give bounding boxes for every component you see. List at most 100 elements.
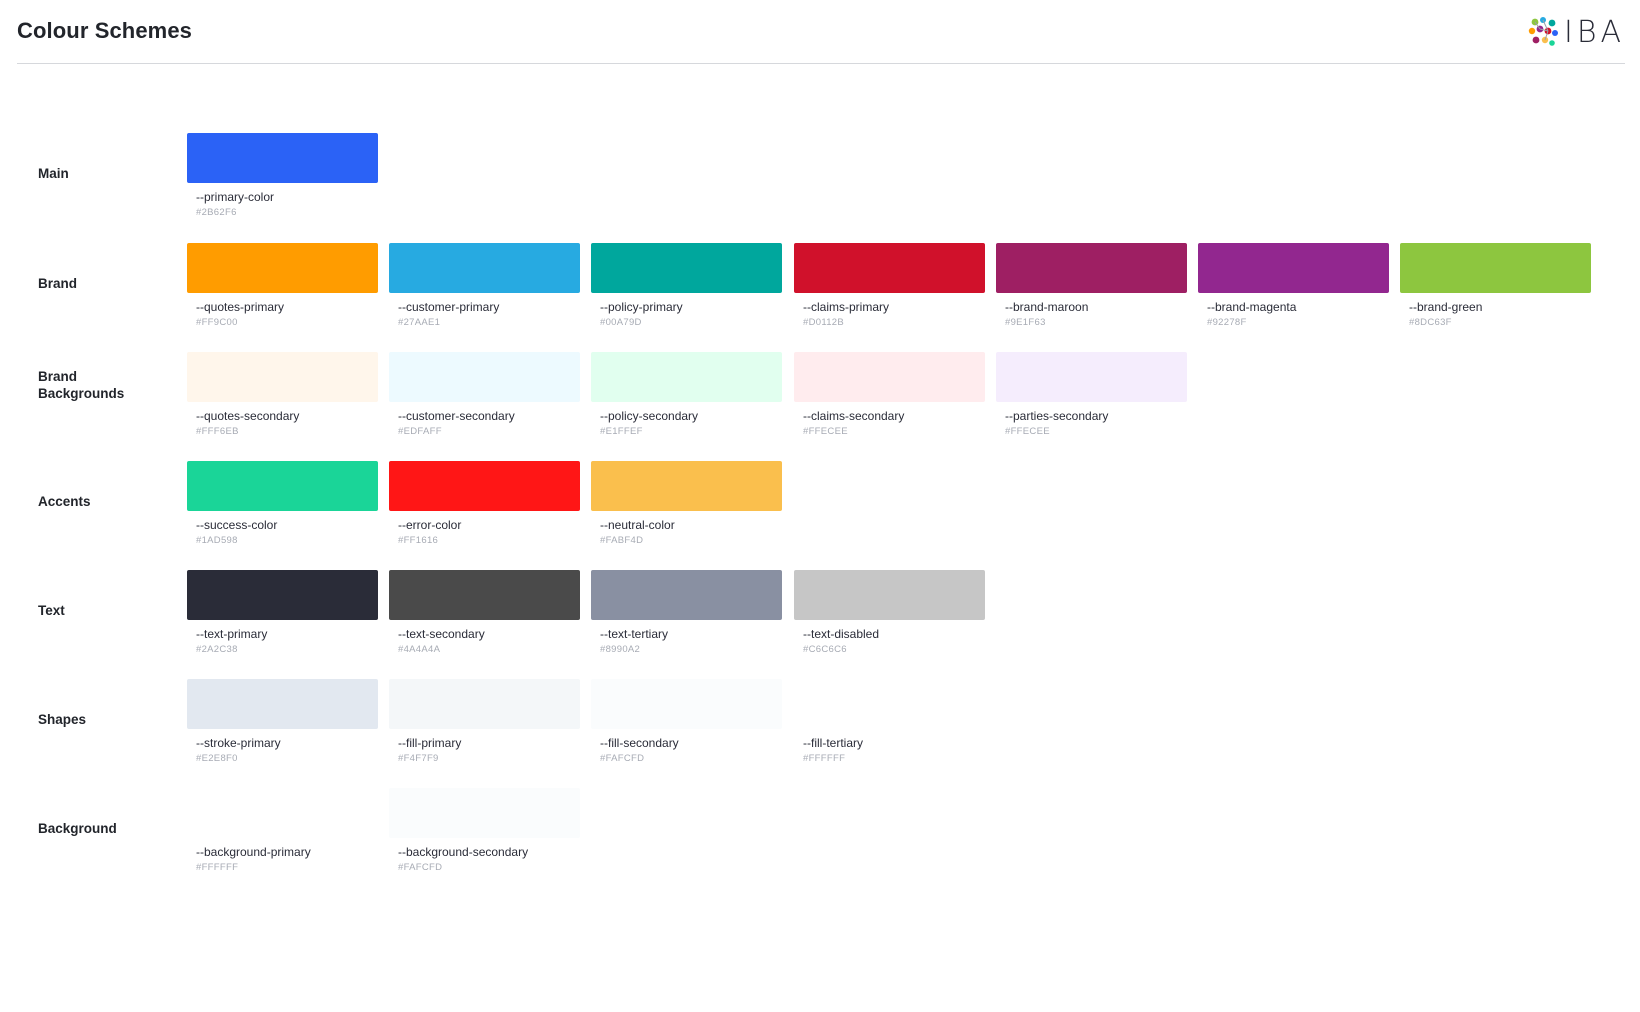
colour-group: Brand --quotes-primary #FF9C00 --customer-p…	[0, 243, 1640, 343]
group-label: Shapes	[38, 712, 87, 727]
swatch-hex-value: #FAFCFD	[600, 753, 645, 764]
colour-group: Shapes --stroke-primary #E2E8F0 --fill-prim…	[0, 679, 1640, 779]
swatch-name: --background-primary	[196, 845, 311, 859]
colour-swatch: --neutral-color #FABF4D	[591, 461, 782, 547]
colour-group: Text --text-primary #2A2C38 --text-secondar…	[0, 570, 1640, 670]
colour-group: Accents --success-color #1AD598 --error-col…	[0, 461, 1640, 561]
swatch-hex-value: #FFFFFF	[803, 753, 846, 764]
swatch-colour-box	[794, 352, 985, 402]
swatch-name: --fill-primary	[398, 736, 462, 750]
colour-swatch: --customer-primary #27AAE1	[389, 243, 580, 329]
group-label: Brand Backgrounds	[38, 369, 125, 401]
swatch-colour-box	[187, 352, 378, 402]
swatch-name: --parties-secondary	[1005, 409, 1109, 423]
colour-swatch: --error-color #FF1616	[389, 461, 580, 547]
swatch-colour-box	[187, 788, 378, 838]
swatch-colour-box	[187, 133, 378, 183]
swatch-hex-value: #8DC63F	[1409, 317, 1452, 328]
swatch-name: --success-color	[196, 518, 278, 532]
swatch-colour-box	[591, 352, 782, 402]
colour-swatch: --text-secondary #4A4A4A	[389, 570, 580, 656]
swatch-name: --quotes-primary	[196, 300, 285, 314]
swatch-colour-box	[591, 570, 782, 620]
swatch-colour-box	[996, 243, 1187, 293]
swatch-colour-box	[187, 570, 378, 620]
swatch-name: --text-tertiary	[600, 627, 669, 641]
swatch-hex-value: #FF1616	[398, 535, 439, 546]
swatch-colour-box	[996, 352, 1187, 402]
colour-swatch: --parties-secondary #FFECEE	[996, 352, 1187, 438]
swatch-name: --background-secondary	[398, 845, 529, 859]
swatch-colour-box	[794, 679, 985, 729]
colour-swatch: --fill-tertiary #FFFFFF	[794, 679, 985, 765]
group-label: Brand	[38, 276, 78, 291]
swatch-colour-box	[1400, 243, 1591, 293]
swatch-name: --fill-secondary	[600, 736, 679, 750]
group-label: Main	[38, 166, 69, 181]
colour-swatch: --policy-primary #00A79D	[591, 243, 782, 329]
swatch-hex-value: #FFECEE	[803, 426, 848, 437]
swatch-colour-box	[389, 679, 580, 729]
swatch-colour-box	[591, 243, 782, 293]
colour-swatch: --quotes-secondary #FFF6EB	[187, 352, 378, 438]
swatch-colour-box	[389, 352, 580, 402]
colour-group: Brand Backgrounds --quotes-secondary #FFF6…	[0, 352, 1640, 452]
swatch-hex-value: #E2E8F0	[196, 753, 238, 764]
swatch-name: --text-secondary	[398, 627, 485, 641]
swatch-name: --text-primary	[196, 627, 268, 641]
swatch-name: --stroke-primary	[196, 736, 281, 750]
colour-swatch: --background-secondary #FAFCFD	[389, 788, 580, 874]
colour-swatch: --quotes-primary #FF9C00	[187, 243, 378, 329]
swatch-colour-box	[794, 243, 985, 293]
swatch-hex-value: #D0112B	[803, 317, 845, 328]
swatch-name: --quotes-secondary	[196, 409, 300, 423]
swatch-colour-box	[389, 243, 580, 293]
colour-swatch: --stroke-primary #E2E8F0	[187, 679, 378, 765]
swatch-hex-value: #2B62F6	[196, 207, 237, 218]
swatch-hex-value: #9E1F63	[1005, 317, 1046, 328]
swatch-colour-box	[389, 461, 580, 511]
swatch-name: --claims-primary	[803, 300, 889, 314]
swatch-hex-value: #FFFFFF	[196, 862, 239, 873]
swatch-colour-box	[1198, 243, 1389, 293]
swatch-hex-value: #C6C6C6	[803, 644, 847, 655]
swatch-hex-value: #E1FFEF	[600, 426, 643, 437]
swatch-name: --brand-maroon	[1005, 300, 1089, 314]
swatch-name: --policy-primary	[600, 300, 683, 314]
colour-swatch: --text-tertiary #8990A2	[591, 570, 782, 656]
swatch-hex-value: #FF9C00	[196, 317, 238, 328]
swatch-colour-box	[591, 461, 782, 511]
swatch-name: --customer-primary	[398, 300, 500, 314]
swatch-name: --policy-secondary	[600, 409, 699, 423]
swatch-hex-value: #00A79D	[600, 317, 642, 328]
group-label: Background	[38, 821, 117, 836]
swatch-hex-value: #FAFCFD	[398, 862, 443, 873]
colour-swatch: --brand-green #8DC63F	[1400, 243, 1591, 329]
colour-swatch: --background-primary #FFFFFF	[187, 788, 378, 874]
swatch-colour-box	[591, 679, 782, 729]
swatch-hex-value: #2A2C38	[196, 644, 238, 655]
swatch-hex-value: #EDFAFF	[398, 426, 442, 437]
colour-swatch: --customer-secondary #EDFAFF	[389, 352, 580, 438]
swatch-name: --fill-tertiary	[803, 736, 863, 750]
swatch-colour-box	[187, 243, 378, 293]
colour-swatch: --brand-magenta #92278F	[1198, 243, 1389, 329]
colour-groups: Main --primary-color #2B62F6 Brand --quotes-…	[0, 0, 1640, 1012]
swatch-hex-value: #F4F7F9	[398, 753, 439, 764]
group-label: Text	[38, 603, 65, 618]
swatch-hex-value: #FFF6EB	[196, 426, 239, 437]
swatch-hex-value: #FFECEE	[1005, 426, 1050, 437]
swatch-name: --brand-magenta	[1207, 300, 1297, 314]
colour-swatch: --policy-secondary #E1FFEF	[591, 352, 782, 438]
swatch-colour-box	[187, 679, 378, 729]
group-label: Accents	[38, 494, 91, 509]
swatch-name: --customer-secondary	[398, 409, 515, 423]
swatch-colour-box	[187, 461, 378, 511]
colour-group: Main --primary-color #2B62F6	[0, 133, 1640, 233]
swatch-hex-value: #8990A2	[600, 644, 641, 655]
colour-swatch: --claims-primary #D0112B	[794, 243, 985, 329]
swatch-hex-value: #27AAE1	[398, 317, 441, 328]
swatch-hex-value: #92278F	[1207, 317, 1247, 328]
colour-swatch: --success-color #1AD598	[187, 461, 378, 547]
swatch-name: --claims-secondary	[803, 409, 905, 423]
